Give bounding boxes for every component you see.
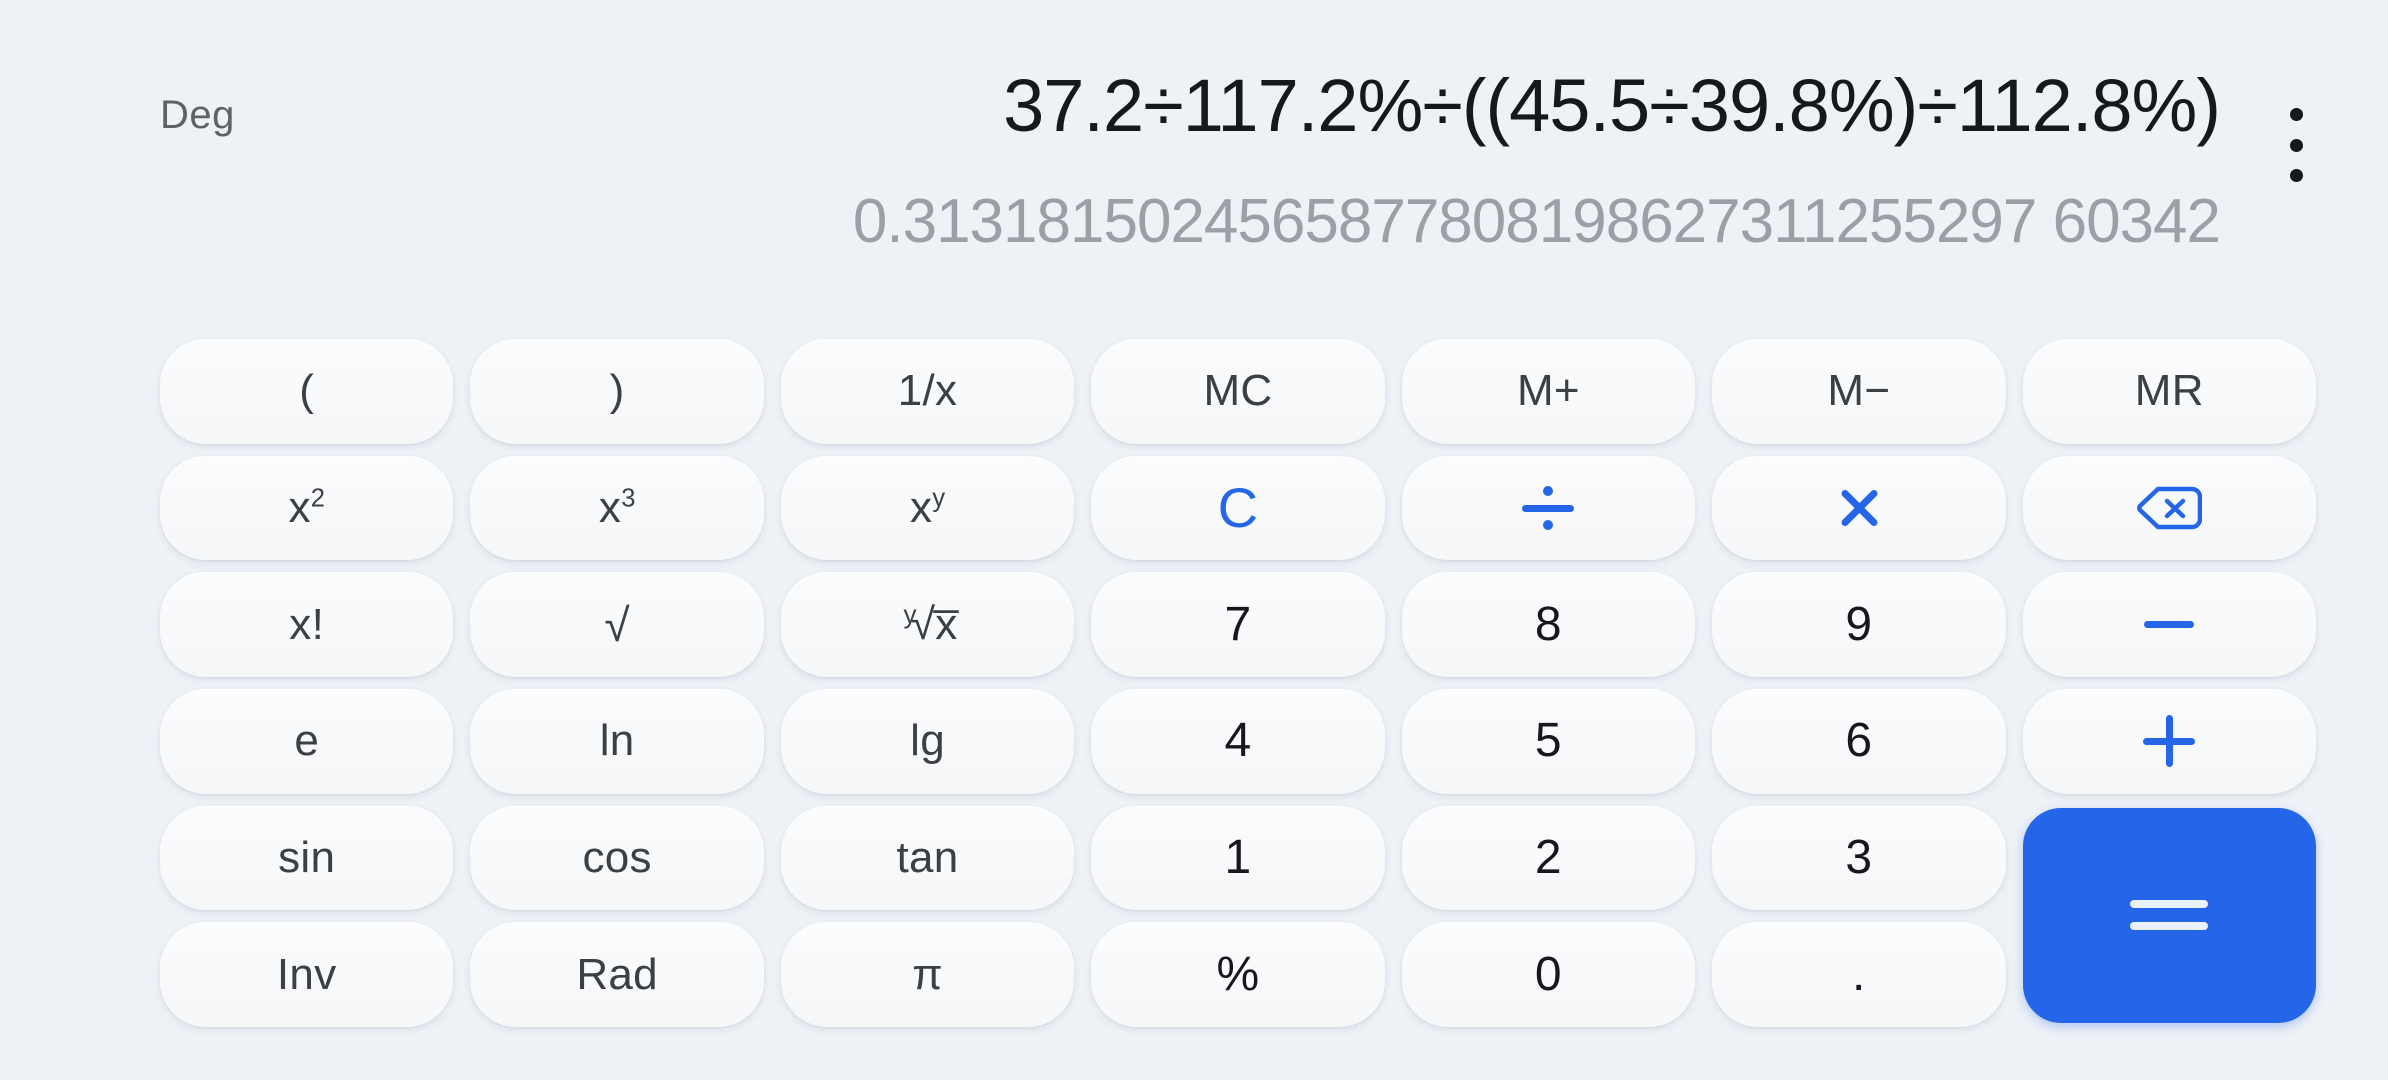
keypad: ( ) 1/x MC M+ M− MR x2 x3 xy C x! √ y √x… [160,333,2316,1033]
key-9-label: 9 [1845,597,1873,651]
menu-dot-1 [2289,108,2303,121]
key-sin[interactable]: sin [160,805,454,911]
key-open-paren-label: ( [299,366,315,416]
key-0[interactable]: 0 [1401,922,1696,1027]
key-memory-clear-label: MC [1203,366,1273,416]
expression-text: 37.2÷117.2%÷((45.5÷39.8%)÷112.8%) [1003,64,2221,147]
key-equals[interactable] [2022,807,2316,1023]
key-1-label: 1 [1224,830,1252,884]
key-nth-root[interactable]: y √x̅ [780,572,1075,677]
key-log[interactable]: lg [780,688,1075,794]
key-square-root-label: √ [604,598,630,651]
key-nth-root-label: y √x̅ [903,598,958,649]
key-square-label: x2 [288,482,325,532]
key-cos[interactable]: cos [470,805,764,911]
key-radian-mode[interactable]: Rad [470,922,764,1027]
key-0-label: 0 [1534,947,1562,1001]
key-percent[interactable]: % [1091,922,1385,1027]
equals-icon [2130,900,2209,931]
key-memory-add[interactable]: M+ [1401,339,1696,444]
key-memory-clear[interactable]: MC [1091,339,1385,444]
key-2[interactable]: 2 [1401,805,1696,911]
key-memory-recall-label: MR [2134,366,2204,416]
key-3[interactable]: 3 [1712,805,2006,911]
key-2-label: 2 [1534,830,1562,884]
key-decimal[interactable]: . [1712,922,2006,1027]
key-6-label: 6 [1845,714,1873,768]
key-5[interactable]: 5 [1401,688,1696,794]
key-open-paren[interactable]: ( [160,339,454,444]
key-ln-label: ln [599,716,635,766]
key-square-root[interactable]: √ [470,572,764,677]
key-cube-label: x3 [598,482,636,532]
key-power[interactable]: xy [780,455,1075,561]
key-inverse[interactable]: Inv [160,922,454,1027]
key-multiply[interactable] [1712,455,2006,561]
expression-row[interactable]: 37.2÷117.2%÷((45.5÷39.8%)÷112.8%) [200,62,2221,151]
plus-icon [2143,715,2196,768]
key-factorial[interactable]: x! [160,572,454,677]
key-divide[interactable] [1401,455,1696,561]
key-8-label: 8 [1534,597,1562,651]
key-add[interactable] [2022,688,2316,794]
key-sin-label: sin [278,832,336,882]
key-7-label: 7 [1224,597,1252,651]
key-euler-label: e [294,716,320,766]
backspace-icon [2137,486,2203,530]
key-4[interactable]: 4 [1091,688,1385,794]
result-text: 0.3131815024565877808198627311255297 603… [852,187,2221,256]
key-factorial-label: x! [289,599,325,649]
key-3-label: 3 [1845,830,1873,884]
key-cos-label: cos [582,832,652,882]
key-radian-mode-label: Rad [576,949,658,999]
key-euler[interactable]: e [160,688,454,794]
key-4-label: 4 [1224,714,1252,768]
key-clear-label: C [1217,475,1259,539]
key-5-label: 5 [1534,714,1562,768]
key-close-paren-label: ) [609,366,625,416]
key-cube[interactable]: x3 [470,455,764,561]
key-inverse-label: Inv [276,949,337,999]
key-6[interactable]: 6 [1712,688,2006,794]
result-row: 0.3131815024565877808198627311255297 603… [200,185,2221,259]
key-memory-add-label: M+ [1516,366,1580,416]
key-reciprocal[interactable]: 1/x [780,339,1075,444]
display-area: Deg 37.2÷117.2%÷((45.5÷39.8%)÷112.8%) 0.… [0,0,2388,300]
key-decimal-label: . [1852,947,1866,1001]
multiply-icon [1835,484,1883,532]
key-memory-recall[interactable]: MR [2022,339,2316,444]
calculator-app: Deg 37.2÷117.2%÷((45.5÷39.8%)÷112.8%) 0.… [0,0,2388,1080]
key-ln[interactable]: ln [470,688,764,794]
divide-icon [1522,484,1575,532]
key-power-label: xy [910,482,946,532]
key-memory-subtract-label: M− [1827,366,1891,416]
key-log-label: lg [910,716,945,766]
key-close-paren[interactable]: ) [470,339,764,444]
key-reciprocal-label: 1/x [897,366,958,416]
key-percent-label: % [1216,947,1260,1001]
menu-dot-2 [2289,138,2303,152]
key-clear[interactable]: C [1091,455,1385,561]
key-backspace[interactable] [2022,455,2316,561]
key-tan-label: tan [896,832,959,882]
menu-dot-3 [2289,169,2303,182]
minus-icon [2144,621,2195,629]
key-1[interactable]: 1 [1091,805,1385,911]
key-8[interactable]: 8 [1401,572,1696,677]
key-7[interactable]: 7 [1091,572,1385,677]
key-pi-label: π [912,949,943,999]
key-tan[interactable]: tan [780,805,1075,911]
key-subtract[interactable] [2022,572,2316,677]
key-9[interactable]: 9 [1712,572,2006,677]
overflow-menu-icon[interactable] [2272,108,2320,182]
key-square[interactable]: x2 [160,455,454,561]
key-memory-subtract[interactable]: M− [1712,339,2006,444]
key-pi[interactable]: π [780,922,1075,1027]
